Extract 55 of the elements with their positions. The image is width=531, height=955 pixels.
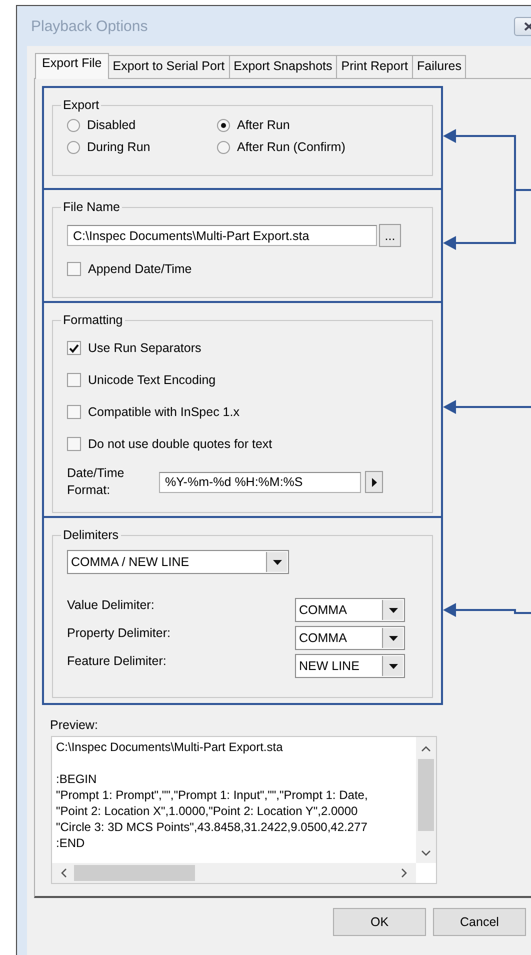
preset-dropdown[interactable]: COMMA / NEW LINE [67, 550, 289, 574]
preview-line: :BEGIN [56, 771, 98, 787]
window-title: Playback Options [31, 18, 148, 34]
tab[interactable]: Failures [412, 55, 466, 78]
dropdown-arrow-icon [388, 664, 398, 668]
checkbox-option[interactable]: Append Date/Time [67, 262, 432, 276]
close-icon [524, 22, 531, 30]
checkbox-option[interactable]: Do not use double quotes for text [67, 437, 432, 451]
checkbox[interactable] [67, 437, 81, 451]
dropdown-arrow-icon [388, 636, 398, 640]
delimiter-label: Value Delimiter: [67, 598, 156, 612]
radio-option[interactable]: After Run (Confirm) [217, 140, 432, 154]
vertical-scrollbar[interactable] [416, 737, 436, 863]
group-title: Export [63, 98, 100, 112]
format-label: Date/Time Format: [67, 465, 126, 499]
delimiter-dropdown[interactable]: COMMA [295, 598, 405, 622]
dropdown-arrow-icon [272, 560, 282, 564]
delimiter-dropdown[interactable]: NEW LINE [295, 654, 405, 678]
preview-label: Preview: [50, 718, 99, 732]
checkbox[interactable] [67, 262, 81, 276]
group-title: Formatting [63, 313, 123, 327]
insert-button[interactable] [365, 471, 383, 493]
delimiter-label: Property Delimiter: [67, 626, 172, 640]
browse-button[interactable]: ... [379, 224, 401, 247]
preview-line: "Circle 3: 3D MCS Points",43.8458,31.2422,9.0500,42.277 [56, 819, 368, 835]
radio-option[interactable]: During Run [67, 140, 217, 154]
preview-line: "Prompt 1: Prompt","","Prompt 1: Input","","Prompt 1: Date, [56, 787, 369, 803]
checkbox[interactable] [67, 373, 81, 387]
preview-line: :END [56, 835, 86, 851]
radio-option[interactable]: Disabled [67, 118, 217, 132]
delimiter-dropdown[interactable]: COMMA [295, 626, 405, 650]
tab[interactable]: Export File [35, 53, 109, 79]
group-title: Delimiters [63, 528, 119, 542]
checkbox-option[interactable]: Use Run Separators [67, 341, 432, 355]
delimiter-label: Feature Delimiter: [67, 654, 168, 668]
checkbox[interactable] [67, 405, 81, 419]
checkbox-option[interactable]: Unicode Text Encoding [67, 373, 432, 387]
horizontal-scrollbar[interactable] [52, 863, 416, 883]
radio-button[interactable] [217, 140, 230, 154]
checkbox-option[interactable]: Compatible with InSpec 1.x [67, 405, 432, 419]
checkbox[interactable] [67, 341, 81, 355]
dialog-button[interactable]: OK [333, 908, 426, 936]
radio-button[interactable] [67, 140, 80, 154]
format-field[interactable]: %Y-%m-%d %H:%M:%S [159, 472, 361, 492]
radio-button[interactable] [67, 118, 80, 132]
preview-line: C:\Inspec Documents\Multi-Part Export.sta [56, 739, 284, 755]
preview-line: "Point 2: Location X",1.0000,"Point 2: Location Y",2.0000 [56, 803, 359, 819]
dialog-button[interactable]: Cancel [433, 908, 526, 936]
dropdown-arrow-icon [388, 608, 398, 612]
file-path-field[interactable]: C:\Inspec Documents\Multi-Part Export.sta [67, 225, 377, 246]
checkmark-icon [69, 344, 79, 352]
right-arrow-icon [372, 478, 376, 486]
group-title: File Name [63, 200, 120, 214]
radio-option[interactable]: After Run [217, 118, 432, 132]
radio-button[interactable] [217, 118, 230, 132]
